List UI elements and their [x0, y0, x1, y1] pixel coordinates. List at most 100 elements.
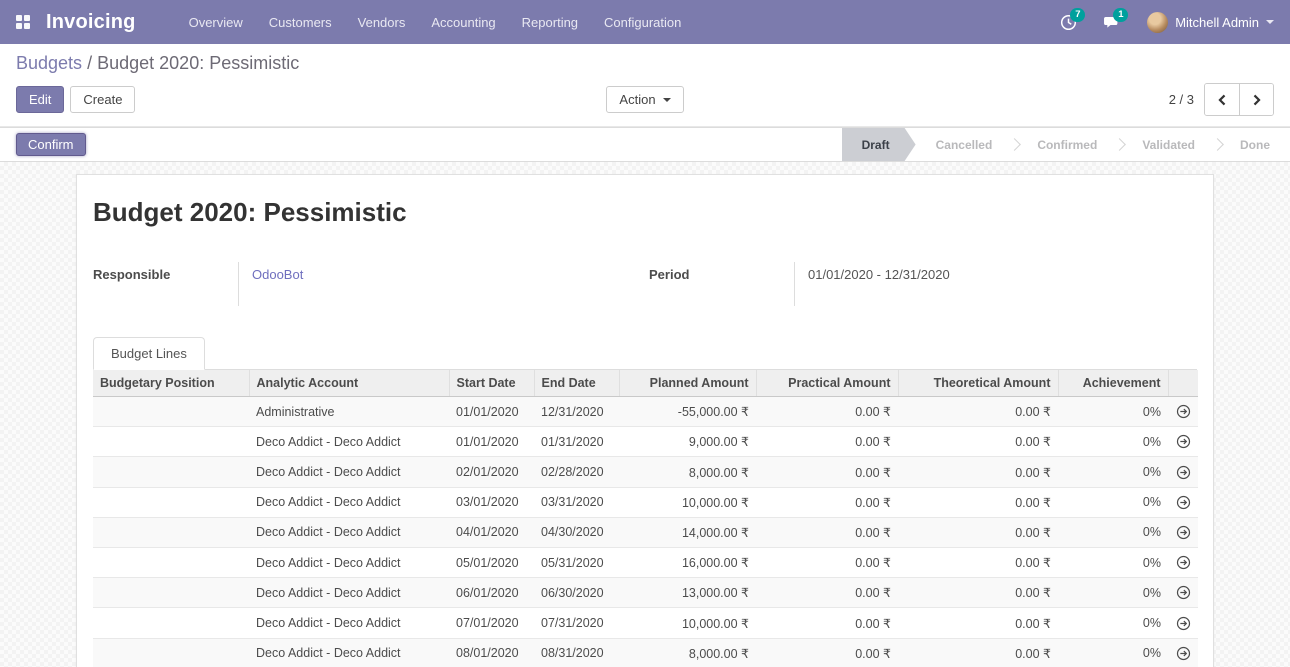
cell: 14,000.00 ₹ — [619, 517, 756, 547]
control-panel: Budgets / Budget 2020: Pessimistic Edit … — [0, 44, 1290, 127]
cell-open-record[interactable] — [1168, 638, 1198, 667]
message-count-badge: 1 — [1113, 8, 1128, 23]
confirm-button[interactable]: Confirm — [16, 133, 86, 156]
pager-previous-button[interactable] — [1205, 84, 1239, 115]
column-header-start-date[interactable]: Start Date — [449, 370, 534, 397]
activities-button[interactable]: 7 — [1060, 14, 1077, 31]
cell-open-record[interactable] — [1168, 487, 1198, 517]
nav-item-configuration[interactable]: Configuration — [591, 0, 694, 44]
cell: 07/01/2020 — [449, 608, 534, 638]
tab-budget-lines[interactable]: Budget Lines — [93, 337, 205, 370]
cell-open-record[interactable] — [1168, 517, 1198, 547]
top-navbar: Invoicing OverviewCustomersVendorsAccoun… — [0, 0, 1290, 44]
table-row[interactable]: Deco Addict - Deco Addict01/01/202001/31… — [93, 427, 1198, 457]
cell: Deco Addict - Deco Addict — [249, 517, 449, 547]
open-record-icon — [1176, 434, 1191, 449]
column-header-planned-amount[interactable]: Planned Amount — [619, 370, 756, 397]
stage-done[interactable]: Done — [1220, 128, 1290, 161]
stage-confirmed[interactable]: Confirmed — [1017, 128, 1117, 161]
app-brand[interactable]: Invoicing — [46, 11, 136, 34]
field-label-period: Period — [649, 262, 794, 306]
cell: 02/28/2020 — [534, 457, 619, 487]
cell-open-record[interactable] — [1168, 457, 1198, 487]
table-row[interactable]: Deco Addict - Deco Addict07/01/202007/31… — [93, 608, 1198, 638]
cell-open-record[interactable] — [1168, 397, 1198, 427]
table-row[interactable]: Deco Addict - Deco Addict03/01/202003/31… — [93, 487, 1198, 517]
column-header-analytic-account[interactable]: Analytic Account — [249, 370, 449, 397]
cell: 0.00 ₹ — [756, 638, 898, 667]
table-row[interactable]: Deco Addict - Deco Addict04/01/202004/30… — [93, 517, 1198, 547]
stage-draft[interactable]: Draft — [842, 128, 916, 161]
cell: 0.00 ₹ — [756, 517, 898, 547]
apps-grid-icon — [16, 15, 30, 29]
record-title: Budget 2020: Pessimistic — [93, 197, 1197, 228]
column-header-link[interactable] — [1168, 370, 1198, 397]
cell: 0.00 ₹ — [898, 638, 1058, 667]
field-period: Period 01/01/2020 - 12/31/2020 — [649, 262, 1197, 306]
cell: 0.00 ₹ — [898, 517, 1058, 547]
create-button[interactable]: Create — [70, 86, 135, 113]
cell: 04/30/2020 — [534, 517, 619, 547]
table-row[interactable]: Deco Addict - Deco Addict05/01/202005/31… — [93, 548, 1198, 578]
cell-open-record[interactable] — [1168, 548, 1198, 578]
pager-next-button[interactable] — [1239, 84, 1273, 115]
cell: 8,000.00 ₹ — [619, 457, 756, 487]
cell — [93, 517, 249, 547]
action-dropdown-button[interactable]: Action — [606, 86, 683, 113]
cell-open-record[interactable] — [1168, 427, 1198, 457]
activity-count-badge: 7 — [1070, 8, 1085, 23]
column-header-end-date[interactable]: End Date — [534, 370, 619, 397]
column-header-practical-amount[interactable]: Practical Amount — [756, 370, 898, 397]
column-header-achievement[interactable]: Achievement — [1058, 370, 1168, 397]
statusbar: Confirm DraftCancelledConfirmedValidated… — [0, 127, 1290, 162]
cell: 08/31/2020 — [534, 638, 619, 667]
action-label: Action — [619, 92, 655, 107]
cell: 03/01/2020 — [449, 487, 534, 517]
edit-button[interactable]: Edit — [16, 86, 64, 113]
user-name: Mitchell Admin — [1175, 15, 1259, 30]
stage-validated[interactable]: Validated — [1122, 128, 1215, 161]
form-view-background: Budget 2020: Pessimistic Responsible Odo… — [0, 162, 1290, 667]
cell-open-record[interactable] — [1168, 608, 1198, 638]
user-menu[interactable]: Mitchell Admin — [1147, 12, 1274, 33]
table-row[interactable]: Deco Addict - Deco Addict08/01/202008/31… — [93, 638, 1198, 667]
nav-item-overview[interactable]: Overview — [176, 0, 256, 44]
cell: -55,000.00 ₹ — [619, 397, 756, 427]
table-row[interactable]: Deco Addict - Deco Addict02/01/202002/28… — [93, 457, 1198, 487]
notebook-tabs: Budget Lines — [93, 336, 1197, 370]
open-record-icon — [1176, 646, 1191, 661]
cell: 0% — [1058, 548, 1168, 578]
cell: Deco Addict - Deco Addict — [249, 427, 449, 457]
responsible-value-link[interactable]: OdooBot — [252, 267, 303, 282]
cell: Deco Addict - Deco Addict — [249, 548, 449, 578]
messages-button[interactable]: 1 — [1103, 14, 1121, 31]
cell: 0.00 ₹ — [756, 548, 898, 578]
open-record-icon — [1176, 555, 1191, 570]
nav-item-reporting[interactable]: Reporting — [509, 0, 591, 44]
breadcrumb-parent-link[interactable]: Budgets — [16, 53, 82, 73]
cell: 12/31/2020 — [534, 397, 619, 427]
chevron-down-icon — [1266, 20, 1274, 24]
cell — [93, 457, 249, 487]
cell — [93, 397, 249, 427]
nav-item-customers[interactable]: Customers — [256, 0, 345, 44]
cell-open-record[interactable] — [1168, 578, 1198, 608]
apps-menu-button[interactable] — [0, 0, 46, 44]
cell: Administrative — [249, 397, 449, 427]
nav-item-accounting[interactable]: Accounting — [418, 0, 508, 44]
cell: 0.00 ₹ — [756, 457, 898, 487]
nav-item-vendors[interactable]: Vendors — [345, 0, 419, 44]
column-header-theoretical-amount[interactable]: Theoretical Amount — [898, 370, 1058, 397]
column-header-budgetary-position[interactable]: Budgetary Position — [93, 370, 249, 397]
cell: 0% — [1058, 638, 1168, 667]
cell — [93, 608, 249, 638]
field-responsible: Responsible OdooBot — [93, 262, 641, 306]
cell: 08/01/2020 — [449, 638, 534, 667]
cell — [93, 578, 249, 608]
stage-cancelled[interactable]: Cancelled — [916, 128, 1013, 161]
cell — [93, 638, 249, 667]
table-row[interactable]: Deco Addict - Deco Addict06/01/202006/30… — [93, 578, 1198, 608]
table-row[interactable]: Administrative01/01/202012/31/2020-55,00… — [93, 397, 1198, 427]
cell: Deco Addict - Deco Addict — [249, 578, 449, 608]
cell: 0.00 ₹ — [756, 397, 898, 427]
